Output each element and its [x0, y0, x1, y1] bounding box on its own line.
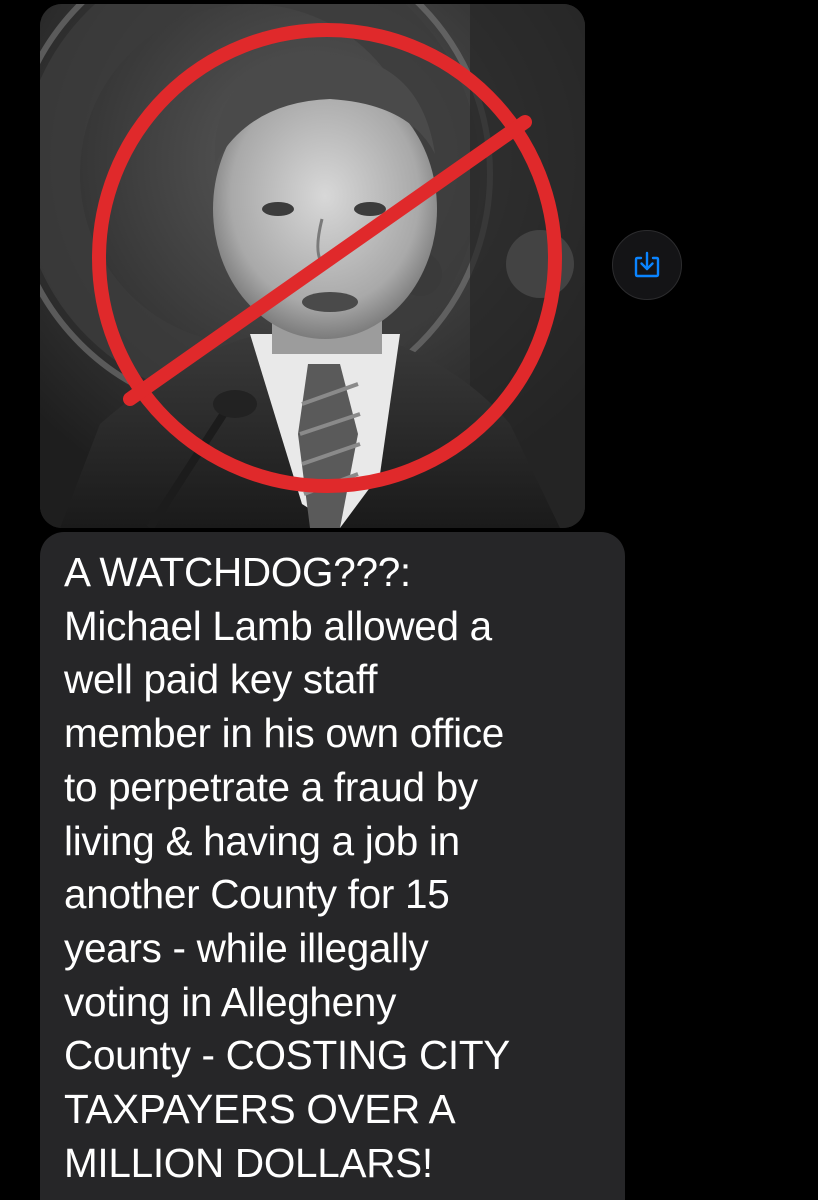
- save-image-button[interactable]: [612, 230, 682, 300]
- message-photo: [40, 4, 585, 528]
- download-to-tray-icon: [634, 251, 660, 278]
- image-message[interactable]: [40, 4, 585, 528]
- text-message[interactable]: A WATCHDOG???: Michael Lamb allowed a we…: [40, 532, 625, 1200]
- message-thread: A WATCHDOG???: Michael Lamb allowed a we…: [0, 0, 818, 1200]
- message-body: A WATCHDOG???: Michael Lamb allowed a we…: [64, 549, 511, 1186]
